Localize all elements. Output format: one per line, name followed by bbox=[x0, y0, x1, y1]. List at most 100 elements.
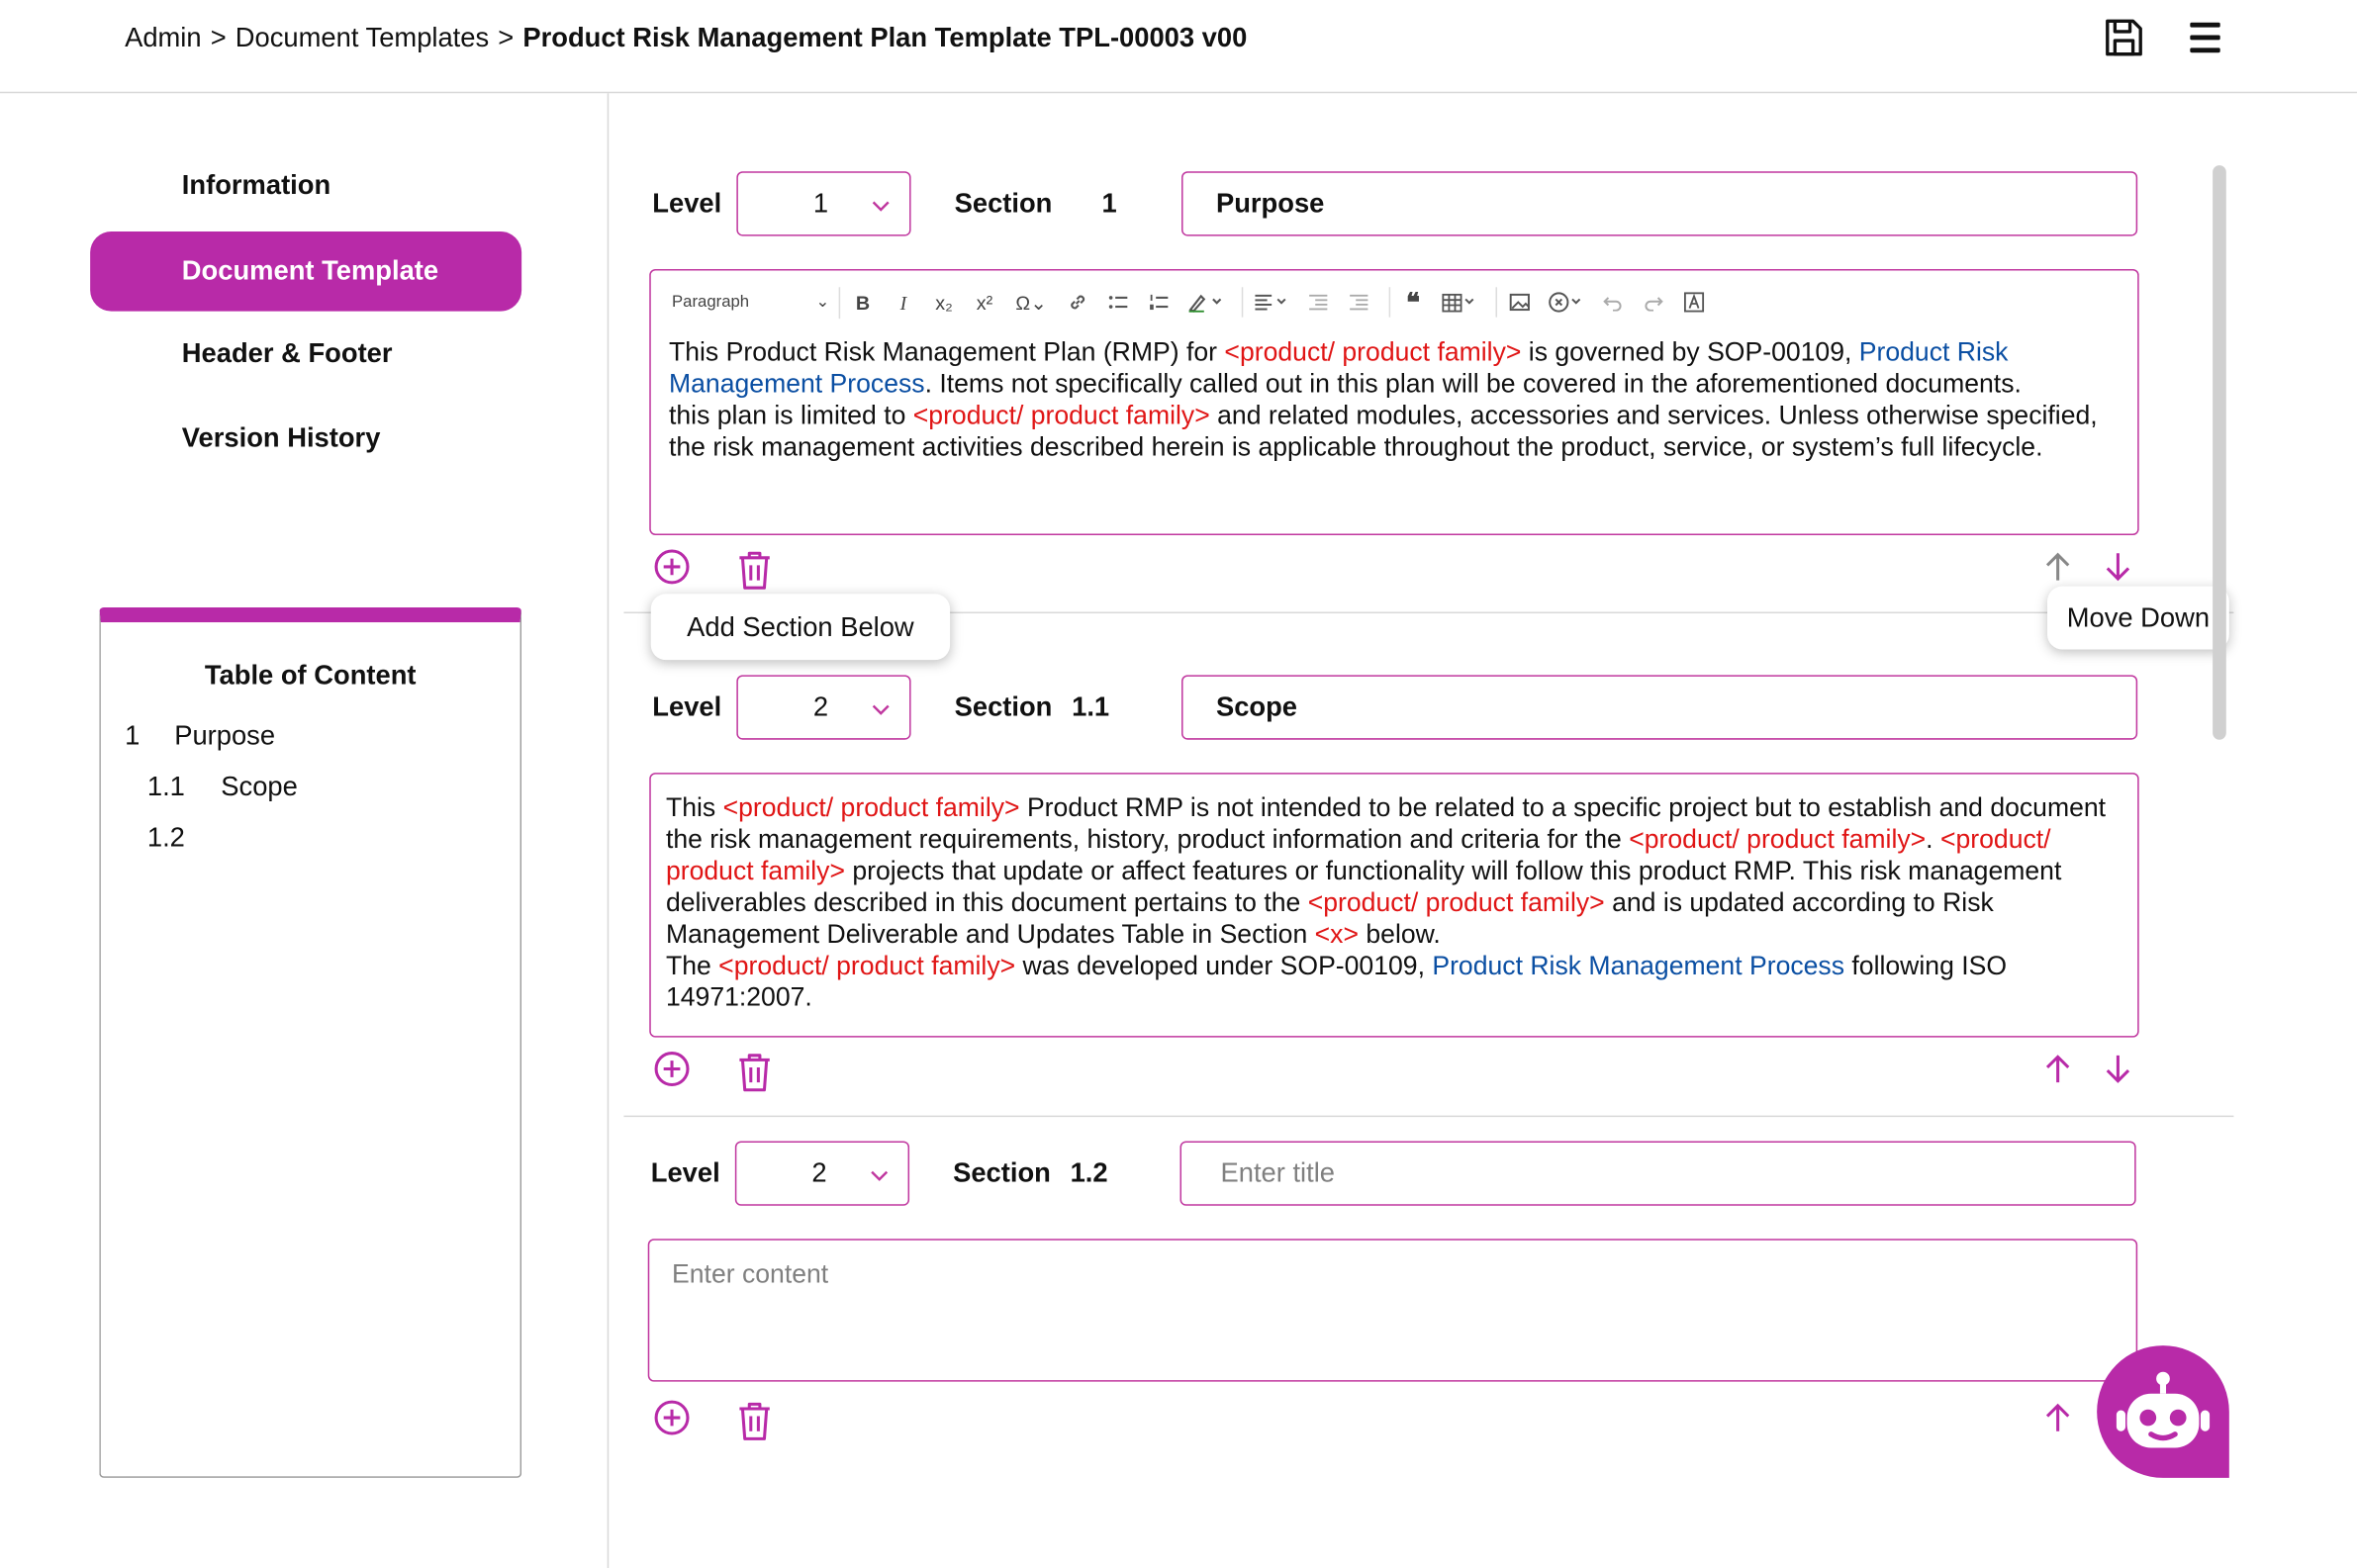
level-label: Level bbox=[652, 692, 722, 722]
breadcrumb-separator: > bbox=[498, 22, 515, 53]
special-characters-icon[interactable]: Ω⌄ bbox=[1008, 286, 1054, 319]
text: is governed by SOP-00109, bbox=[1521, 336, 1859, 367]
top-bar: Admin > Document Templates > Product Risk Ma… bbox=[0, 0, 2357, 94]
rich-text-editor[interactable]: Enter content bbox=[647, 1239, 2138, 1382]
image-icon[interactable] bbox=[1503, 286, 1536, 319]
link-icon[interactable] bbox=[1061, 286, 1093, 319]
undo-icon[interactable] bbox=[1596, 286, 1629, 319]
arrow-down-icon[interactable] bbox=[2096, 1047, 2141, 1092]
toolbar-divider bbox=[1388, 287, 1391, 318]
section-title-input[interactable]: Enter title bbox=[1179, 1141, 2136, 1206]
arrow-up-icon[interactable] bbox=[2035, 544, 2081, 590]
section-label: Section bbox=[954, 187, 1053, 219]
chevron-down-icon bbox=[871, 193, 892, 225]
level-value: 2 bbox=[812, 692, 829, 722]
section-title-input[interactable]: Scope bbox=[1181, 675, 2138, 740]
placeholder-token: <x> bbox=[1314, 918, 1360, 949]
toc-entry[interactable]: 1 Purpose bbox=[125, 720, 275, 752]
superscript-icon[interactable]: x² bbox=[968, 286, 1000, 319]
placeholder-token: <product/ product family> bbox=[1307, 886, 1605, 918]
add-section-button[interactable] bbox=[649, 1047, 695, 1092]
level-label: Level bbox=[652, 187, 722, 219]
toc-entry-title: Scope bbox=[221, 771, 298, 802]
add-section-button[interactable] bbox=[649, 544, 695, 590]
table-icon[interactable] bbox=[1437, 286, 1482, 319]
save-icon[interactable] bbox=[2102, 15, 2147, 60]
arrow-down-icon[interactable] bbox=[2096, 544, 2141, 590]
trash-icon[interactable] bbox=[732, 1050, 778, 1095]
level-select[interactable]: 2 bbox=[734, 1141, 910, 1206]
breadcrumb-document-templates[interactable]: Document Templates bbox=[236, 23, 489, 52]
align-icon[interactable] bbox=[1249, 286, 1294, 319]
scrollbar-thumb[interactable] bbox=[2213, 165, 2226, 740]
level-select[interactable]: 2 bbox=[736, 675, 911, 740]
rich-text-editor[interactable]: Paragraph ⌄ B I x₂ x² Ω⌄ ❝ This Product … bbox=[649, 269, 2139, 536]
text: this plan is limited to bbox=[668, 400, 913, 430]
sidebar-item-version-history[interactable]: Version History bbox=[90, 399, 521, 479]
section-number: 1.1 bbox=[1072, 692, 1110, 722]
paragraph-style-select[interactable]: Paragraph ⌄ bbox=[672, 286, 841, 319]
add-section-tooltip: Add Section Below bbox=[650, 594, 951, 661]
source-icon[interactable] bbox=[1677, 286, 1710, 319]
trash-icon[interactable] bbox=[732, 547, 778, 593]
text: This Product Risk Management Plan (RMP) … bbox=[668, 336, 1225, 367]
section-divider bbox=[623, 1115, 2234, 1118]
placeholder-token: <product/ product family> bbox=[718, 950, 1016, 980]
text: The bbox=[665, 950, 719, 980]
redo-icon[interactable] bbox=[1637, 286, 1669, 319]
section-label: Section bbox=[953, 1157, 1051, 1188]
chevron-down-icon bbox=[871, 696, 892, 728]
table-of-content-panel: Table of Content 1 Purpose 1.1 Scope 1.2 bbox=[99, 606, 522, 1478]
bold-icon[interactable]: B bbox=[846, 286, 879, 319]
document-link[interactable]: Product Risk Management Process bbox=[1432, 950, 1844, 979]
toc-title: Table of Content bbox=[204, 660, 417, 691]
placeholder-token: <product/ product family> bbox=[1224, 336, 1522, 367]
level-value: 2 bbox=[811, 1157, 827, 1188]
breadcrumb-admin[interactable]: Admin bbox=[125, 23, 202, 52]
level-select[interactable]: 1 bbox=[736, 171, 911, 236]
sidebar-item-header-footer[interactable]: Header & Footer bbox=[90, 315, 521, 395]
numbered-list-icon[interactable] bbox=[1143, 286, 1176, 319]
sidebar-divider bbox=[607, 93, 610, 1568]
sidebar-item-information[interactable]: Information bbox=[90, 145, 521, 226]
placeholder-token: <product/ product family> bbox=[1629, 823, 1927, 855]
section-title-input[interactable]: Purpose bbox=[1181, 171, 2138, 236]
text: This bbox=[665, 791, 723, 823]
paragraph: This <product/ product family> Product R… bbox=[666, 792, 2118, 951]
add-section-button[interactable] bbox=[649, 1395, 695, 1440]
toc-entry[interactable]: 1.2 bbox=[147, 822, 221, 854]
toc-entry[interactable]: 1.1 Scope bbox=[147, 772, 298, 803]
robot-icon[interactable] bbox=[2097, 1345, 2229, 1478]
editor-content: This Product Risk Management Plan (RMP) … bbox=[669, 336, 2112, 463]
blockquote-icon[interactable]: ❝ bbox=[1396, 286, 1429, 319]
chevron-down-icon: ⌄ bbox=[815, 292, 830, 311]
arrow-up-icon[interactable] bbox=[2035, 1047, 2081, 1092]
text: . bbox=[1926, 823, 1940, 855]
sidebar-item-document-template[interactable]: Document Template bbox=[90, 231, 522, 312]
move-down-tooltip: Move Down bbox=[2047, 586, 2229, 650]
remove-format-icon[interactable] bbox=[1544, 286, 1589, 319]
placeholder-token: <product/ product family> bbox=[722, 791, 1020, 823]
outdent-icon[interactable] bbox=[1302, 286, 1335, 319]
editor-content: This <product/ product family> Product R… bbox=[666, 792, 2118, 1013]
trash-icon[interactable] bbox=[732, 1398, 778, 1443]
toc-entry-title: Purpose bbox=[174, 719, 276, 751]
paragraph: this plan is limited to <product/ produc… bbox=[669, 400, 2112, 463]
toolbar-divider bbox=[1241, 287, 1244, 318]
section-number: 1.2 bbox=[1070, 1157, 1108, 1188]
page-title: Product Risk Management Plan Template TP… bbox=[522, 22, 1248, 53]
bulleted-list-icon[interactable] bbox=[1102, 286, 1135, 319]
placeholder-token: <product/ product family> bbox=[912, 400, 1210, 430]
subscript-icon[interactable]: x₂ bbox=[927, 286, 960, 319]
arrow-up-icon[interactable] bbox=[2035, 1395, 2081, 1440]
indent-icon[interactable] bbox=[1343, 286, 1375, 319]
toolbar-divider bbox=[1495, 287, 1498, 318]
italic-icon[interactable]: I bbox=[887, 286, 919, 319]
highlight-icon[interactable] bbox=[1183, 286, 1229, 319]
rich-text-editor[interactable]: This <product/ product family> Product R… bbox=[649, 773, 2139, 1038]
section-number: 1 bbox=[1101, 187, 1117, 219]
hamburger-menu-icon[interactable] bbox=[2183, 15, 2228, 60]
toc-entry-number: 1 bbox=[125, 719, 141, 751]
paragraph: This Product Risk Management Plan (RMP) … bbox=[669, 336, 2112, 400]
text: was developed under SOP-00109, bbox=[1015, 950, 1433, 980]
